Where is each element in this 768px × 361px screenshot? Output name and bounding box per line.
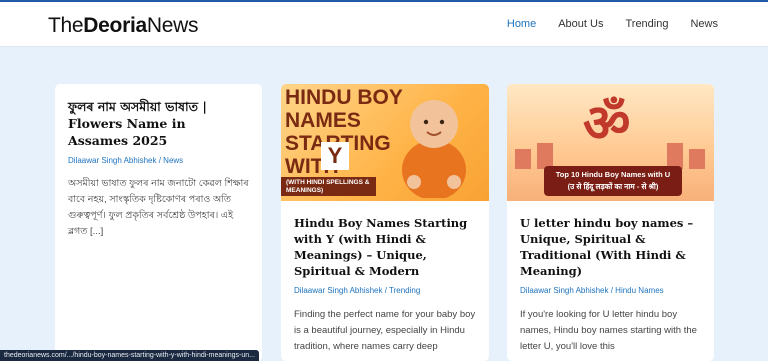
post-author[interactable]: Dilaawar Singh Abhishek [520,286,609,295]
logo-news: News [146,14,199,37]
thumb-banner: Top 10 Hindu Boy Names with U (उ से हिंद… [544,166,682,196]
nav-about-us[interactable]: About Us [558,18,603,30]
thumb-letter: Y [321,142,349,170]
post-title-line1[interactable]: ফুলৰ নাম অসমীয়া ভাষাত | [68,98,249,115]
post-category[interactable]: News [163,156,183,165]
thumb-ribbon: (WITH HINDI SPELLINGS & MEANINGS) [281,177,376,196]
post-meta: Dilaawar Singh Abhishek / Trending [294,286,421,295]
site-logo[interactable]: TheDeoriaNews [48,14,198,38]
post-title[interactable]: Hindu Boy Names Starting with Y (with Hi… [294,215,476,279]
post-meta: Dilaawar Singh Abhishek / Hindu Names [520,286,664,295]
post-card-hindu-u: ॐ Top 10 Hindu Boy Names with U (उ से हि… [507,84,714,361]
thumb-subtitle: (उ से हिंदू लड़कों का नाम - से श्री) [567,182,659,191]
nav-home[interactable]: Home [507,18,536,30]
main-nav: Home About Us Trending News [507,18,718,30]
post-title[interactable]: U letter hindu boy names – Unique, Spiri… [520,215,701,279]
om-symbol-icon: ॐ [583,95,631,153]
post-title[interactable]: ফুলৰ নাম অসমীয়া ভাষাত | Flowers Name in… [68,98,249,149]
post-card-flowers: ফুলৰ নাম অসমীয়া ভাষাত | Flowers Name in… [55,84,262,361]
nav-news[interactable]: News [690,18,718,30]
baby-illustration [402,100,466,198]
logo-the: The [48,14,84,37]
temple-icon [515,149,531,169]
post-meta: Dilaawar Singh Abhishek / News [68,156,184,165]
thumb-title: Top 10 Hindu Boy Names with U [555,170,671,179]
post-thumbnail[interactable]: HINDU BOY NAMES STARTING WITH Y (WITH HI… [281,84,489,201]
logo-deoria: Deoria [83,14,147,37]
post-author[interactable]: Dilaawar Singh Abhishek [294,286,383,295]
post-title-line2[interactable]: Flowers Name in Assames 2025 [68,115,249,149]
post-excerpt: Finding the perfect name for your baby b… [294,309,476,352]
nav-trending[interactable]: Trending [625,18,668,30]
post-thumbnail[interactable]: ॐ Top 10 Hindu Boy Names with U (उ से हि… [507,84,714,201]
temple-icon [689,149,705,169]
status-bar-url: thedeorianews.com/.../hindu-boy-names-st… [0,350,259,361]
post-category[interactable]: Hindu Names [615,286,663,295]
post-excerpt: If you're looking for U letter hindu boy… [520,309,697,352]
post-category[interactable]: Trending [389,286,420,295]
site-header: TheDeoriaNews Home About Us Trending New… [0,2,768,47]
post-author[interactable]: Dilaawar Singh Abhishek [68,156,157,165]
post-excerpt: অসমীয়া ভাষাত ফুলৰ নাম জনাটো কেৱল শিক্ষা… [68,178,249,237]
post-card-hindu-y: HINDU BOY NAMES STARTING WITH Y (WITH HI… [281,84,489,361]
